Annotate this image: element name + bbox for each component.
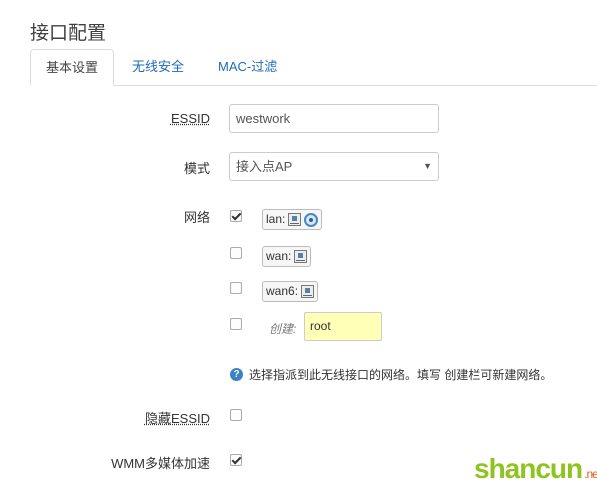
network-help: ? 选择指派到此无线接口的网络。填写 创建栏可新建网络。: [230, 366, 552, 383]
wifi-icon: [304, 212, 319, 227]
hide-essid-checkbox[interactable]: [230, 409, 242, 421]
tab-basic-settings[interactable]: 基本设置: [30, 49, 114, 86]
network-wan6-badge: wan6:: [262, 281, 319, 302]
wmm-checkbox[interactable]: [230, 454, 242, 466]
network-wan6-checkbox[interactable]: [230, 282, 242, 294]
network-create-label: 创建:: [269, 322, 297, 336]
ethernet-port-icon: [301, 285, 315, 298]
mode-select-value: 接入点AP: [236, 159, 293, 174]
network-wan-checkbox[interactable]: [230, 247, 242, 259]
network-help-text: 选择指派到此无线接口的网络。填写 创建栏可新建网络。: [249, 368, 553, 382]
network-create-checkbox[interactable]: [230, 318, 242, 330]
tab-wireless-security[interactable]: 无线安全: [117, 49, 199, 85]
ethernet-port-icon: [288, 213, 302, 226]
hide-essid-label: 隐藏ESSID: [144, 411, 210, 426]
wmm-label: WMM多媒体加速: [111, 456, 210, 471]
essid-label: ESSID: [170, 111, 210, 126]
essid-input[interactable]: westwork: [229, 104, 439, 133]
interface-name-wan: wan:: [266, 249, 292, 263]
network-create-input[interactable]: root: [304, 312, 382, 341]
network-wan-badge: wan:: [262, 246, 312, 267]
mode-select[interactable]: 接入点AP ▼: [229, 152, 439, 181]
mode-label: 模式: [183, 161, 210, 176]
tab-bar: 基本设置 无线安全 MAC-过滤: [30, 49, 597, 86]
watermark-text: shancun: [474, 453, 583, 484]
section-title: 接口配置: [30, 23, 107, 44]
network-lan-checkbox[interactable]: [230, 210, 242, 222]
network-lan-badge: lan:: [262, 209, 323, 230]
watermark-suffix: .net: [584, 467, 597, 481]
chevron-down-icon: ▼: [423, 161, 432, 171]
watermark-logo: shancun.net: [474, 453, 597, 485]
help-icon: ?: [230, 368, 243, 381]
interface-name-wan6: wan6:: [266, 284, 299, 298]
ethernet-port-icon: [294, 250, 308, 263]
tab-mac-filter[interactable]: MAC-过滤: [203, 49, 292, 85]
interface-name-lan: lan:: [266, 212, 286, 226]
network-label: 网络: [183, 210, 210, 225]
